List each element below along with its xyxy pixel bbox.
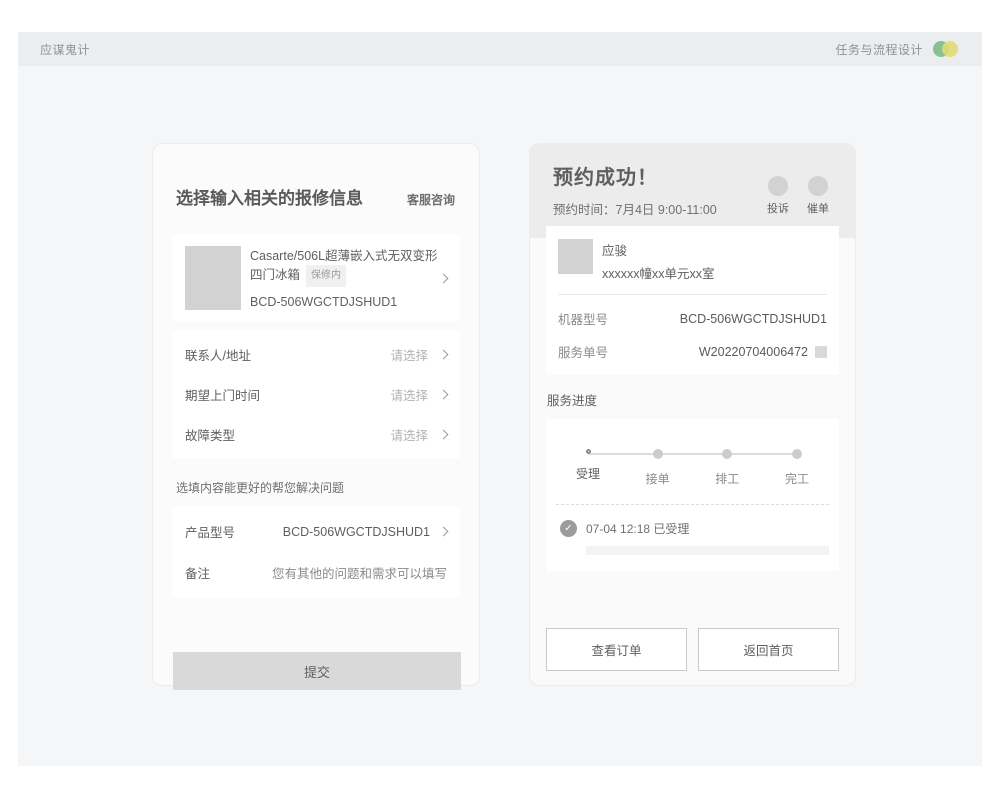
customer-address: xxxxxx幢xx单元xx室 [602, 263, 715, 282]
chevron-right-icon [439, 527, 449, 537]
repair-form-title: 选择输入相关的报修信息 [176, 184, 363, 209]
submit-button[interactable]: 提交 [173, 652, 461, 690]
customer-row: 应骏 xxxxxx幢xx单元xx室 [558, 239, 827, 282]
complaint-icon [768, 176, 788, 196]
log-placeholder-bar [586, 546, 829, 555]
service-progress-title: 服务进度 [547, 390, 855, 409]
step-dot-icon [653, 449, 663, 459]
note-placeholder: 您有其他的问题和需求可以填写 [272, 563, 447, 582]
field-product-model[interactable]: 产品型号 BCD-506WGCTDJSHUD1 [172, 511, 460, 552]
service-number-row: 服务单号 W20220704006472 [558, 342, 827, 361]
field-note[interactable]: 备注 您有其他的问题和需求可以填写 [172, 552, 460, 593]
machine-model-row: 机器型号 BCD-506WGCTDJSHUD1 [558, 309, 827, 328]
booking-header: 预约成功！ 预约时间：7月4日 9:00-11:00 投诉 催单 [530, 144, 855, 238]
progress-stepper: 受理 接单 排工 完工 [556, 449, 829, 487]
booking-footer-buttons: 查看订单 返回首页 [546, 628, 839, 671]
collaborator-dots-icon [933, 41, 958, 57]
customer-info: 应骏 xxxxxx幢xx单元xx室 [602, 239, 715, 282]
top-bar: 应谋鬼计 任务与流程设计 [18, 32, 982, 66]
view-order-button[interactable]: 查看订单 [546, 628, 687, 671]
chevron-right-icon [439, 273, 449, 283]
customer-service-link[interactable]: 客服咨询 [407, 191, 455, 208]
warranty-badge: 保修内 [306, 265, 346, 287]
urge-order-icon [808, 176, 828, 196]
step-taken: 接单 [636, 449, 680, 487]
product-image-placeholder [185, 246, 241, 310]
step-dot-icon [792, 449, 802, 459]
back-home-button[interactable]: 返回首页 [698, 628, 839, 671]
chevron-right-icon [439, 429, 449, 439]
step-scheduled: 排工 [705, 449, 749, 487]
stepper-track [588, 453, 797, 455]
avatar [558, 239, 593, 274]
required-fields-panel: 联系人/地址 请选择 期望上门时间 请选择 故障类型 请选择 [172, 330, 460, 458]
booking-title: 预约成功！ [553, 161, 717, 190]
optional-fields-panel: 产品型号 BCD-506WGCTDJSHUD1 备注 您有其他的问题和需求可以填… [172, 507, 460, 597]
app-title: 应谋鬼计 [40, 41, 90, 58]
progress-log-row: 07-04 12:18 已受理 [556, 520, 829, 537]
step-dot-icon [722, 449, 732, 459]
project-title: 任务与流程设计 [835, 41, 923, 58]
progress-log-text: 07-04 12:18 已受理 [586, 520, 689, 537]
dashed-divider [556, 504, 829, 505]
field-contact-address[interactable]: 联系人/地址 请选择 [172, 334, 460, 374]
product-name-line2: 四门冰箱保修内 [250, 265, 440, 287]
field-visit-time[interactable]: 期望上门时间 请选择 [172, 374, 460, 414]
product-model: BCD-506WGCTDJSHUD1 [250, 295, 440, 309]
order-info-panel: 应骏 xxxxxx幢xx单元xx室 机器型号 BCD-506WGCTDJSHUD… [546, 226, 839, 375]
booking-success-card: 预约成功！ 预约时间：7月4日 9:00-11:00 投诉 催单 [529, 143, 856, 686]
canvas-area: 选择输入相关的报修信息 客服咨询 Casarte/506L超薄嵌入式无双变形 四… [18, 66, 982, 766]
chevron-right-icon [439, 389, 449, 399]
chevron-right-icon [439, 349, 449, 359]
product-row[interactable]: Casarte/506L超薄嵌入式无双变形 四门冰箱保修内 BCD-506WGC… [172, 235, 460, 321]
copy-icon[interactable] [815, 346, 827, 358]
step-completed: 完工 [775, 449, 819, 487]
product-name-line1: Casarte/506L超薄嵌入式无双变形 [250, 247, 440, 265]
booking-time: 预约时间：7月4日 9:00-11:00 [553, 199, 717, 218]
field-fault-type[interactable]: 故障类型 请选择 [172, 414, 460, 454]
product-info: Casarte/506L超薄嵌入式无双变形 四门冰箱保修内 BCD-506WGC… [250, 247, 440, 309]
optional-hint: 选填内容能更好的帮您解决问题 [176, 479, 479, 496]
service-progress-panel: 受理 接单 排工 完工 [546, 419, 839, 571]
repair-form-card: 选择输入相关的报修信息 客服咨询 Casarte/506L超薄嵌入式无双变形 四… [152, 143, 480, 686]
repair-form-header: 选择输入相关的报修信息 客服咨询 [153, 144, 479, 209]
step-accepted: 受理 [566, 449, 610, 487]
divider [558, 294, 827, 295]
yellow-dot-icon [942, 41, 958, 57]
topbar-right-group: 任务与流程设计 [835, 41, 958, 58]
step-dot-icon [586, 449, 591, 454]
prototype-page: 应谋鬼计 任务与流程设计 选择输入相关的报修信息 客服咨询 Casarte/50… [0, 0, 1000, 796]
customer-name: 应骏 [602, 240, 715, 259]
check-icon [560, 520, 577, 537]
